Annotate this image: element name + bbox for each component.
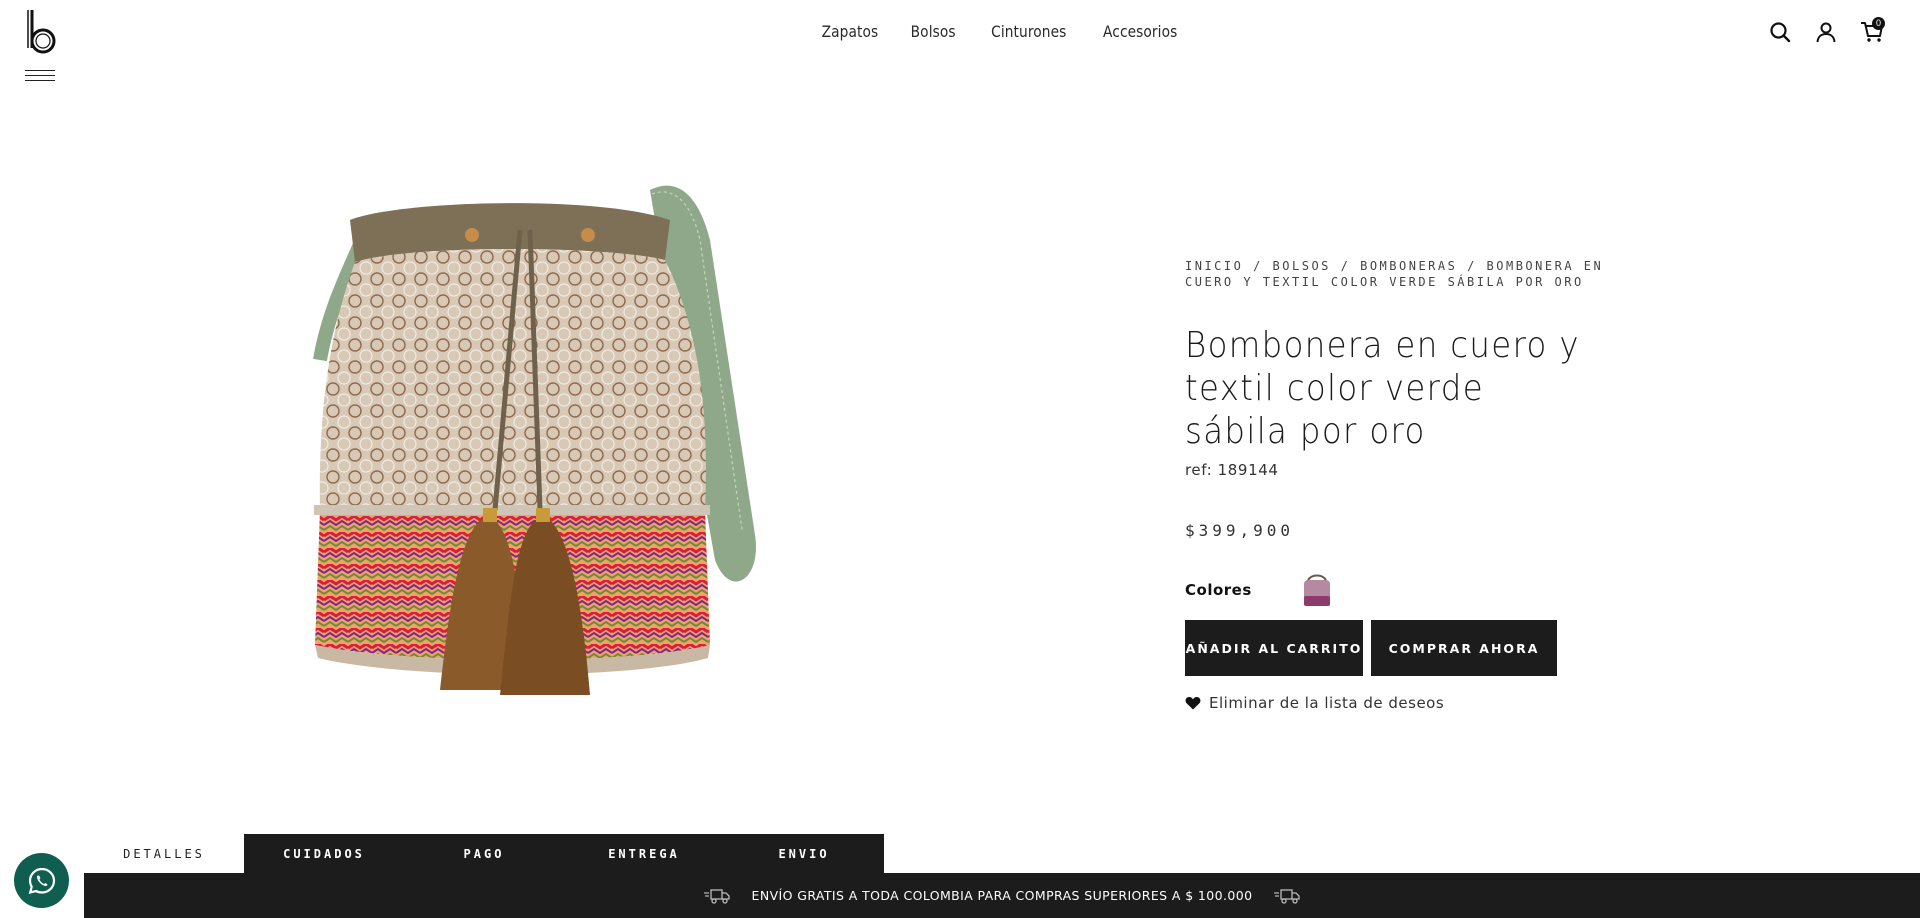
breadcrumb: INICIO / BOLSOS / BOMBONERAS / BOMBONERA…	[1185, 258, 1605, 290]
nav-link-zapatos[interactable]: Zapatos	[821, 22, 878, 41]
hamburger-menu-icon[interactable]	[25, 70, 55, 84]
tab-envio[interactable]: ENVIO	[724, 834, 884, 873]
breadcrumb-separator: /	[1243, 259, 1273, 273]
cart-count-badge: 0	[1872, 17, 1885, 30]
breadcrumb-item-bolsos[interactable]: BOLSOS	[1273, 259, 1331, 273]
header-actions: 0	[1768, 17, 1885, 44]
product-info: INICIO / BOLSOS / BOMBONERAS / BOMBONERA…	[1185, 258, 1605, 712]
add-to-cart-button[interactable]: AÑADIR AL CARRITO	[1185, 620, 1363, 676]
breadcrumb-item-inicio[interactable]: INICIO	[1185, 259, 1243, 273]
wishlist-label: Eliminar de la lista de deseos	[1209, 694, 1445, 712]
heart-icon	[1185, 696, 1201, 710]
product-price: $399,900	[1185, 521, 1295, 540]
delivery-truck-icon	[703, 888, 730, 904]
colors-label: Colores	[1185, 581, 1252, 599]
search-icon[interactable]	[1768, 20, 1792, 44]
nav-link-cinturones[interactable]: Cinturones	[991, 22, 1066, 41]
user-icon[interactable]	[1814, 20, 1838, 44]
tab-entrega[interactable]: ENTREGA	[564, 834, 724, 873]
shipping-banner: ENVÍO GRATIS A TODA COLOMBIA PARA COMPRA…	[84, 873, 1920, 918]
product-title: Bombonera en cuero y textil color verde …	[1185, 325, 1580, 452]
color-swatch[interactable]	[1300, 572, 1334, 608]
whatsapp-icon	[28, 867, 55, 894]
tab-cuidados[interactable]: CUIDADOS	[244, 834, 404, 873]
buy-now-button[interactable]: COMPRAR AHORA	[1371, 620, 1557, 676]
colors-row: Colores	[1185, 572, 1605, 608]
whatsapp-button[interactable]	[14, 853, 69, 908]
breadcrumb-item-bomboneras[interactable]: BOMBONERAS	[1360, 259, 1457, 273]
main-nav: Zapatos Bolsos Cinturones Accesorios	[0, 22, 1920, 41]
product-tabs: DETALLES CUIDADOS PAGO ENTREGA ENVIO	[84, 834, 884, 873]
product-image	[313, 185, 756, 695]
cta-row: AÑADIR AL CARRITO COMPRAR AHORA	[1185, 620, 1605, 676]
tab-detalles[interactable]: DETALLES	[84, 834, 244, 873]
shipping-banner-text: ENVÍO GRATIS A TODA COLOMBIA PARA COMPRA…	[751, 888, 1253, 903]
product-ref: ref: 189144	[1185, 461, 1279, 479]
nav-link-accesorios[interactable]: Accesorios	[1103, 22, 1177, 41]
nav-link-bolsos[interactable]: Bolsos	[911, 22, 956, 41]
delivery-truck-icon	[1274, 888, 1301, 904]
breadcrumb-separator: /	[1330, 259, 1361, 273]
remove-from-wishlist-link[interactable]: Eliminar de la lista de deseos	[1185, 694, 1605, 712]
tab-pago[interactable]: PAGO	[404, 834, 564, 873]
breadcrumb-separator: /	[1457, 259, 1487, 273]
cart-button[interactable]: 0	[1860, 17, 1885, 44]
